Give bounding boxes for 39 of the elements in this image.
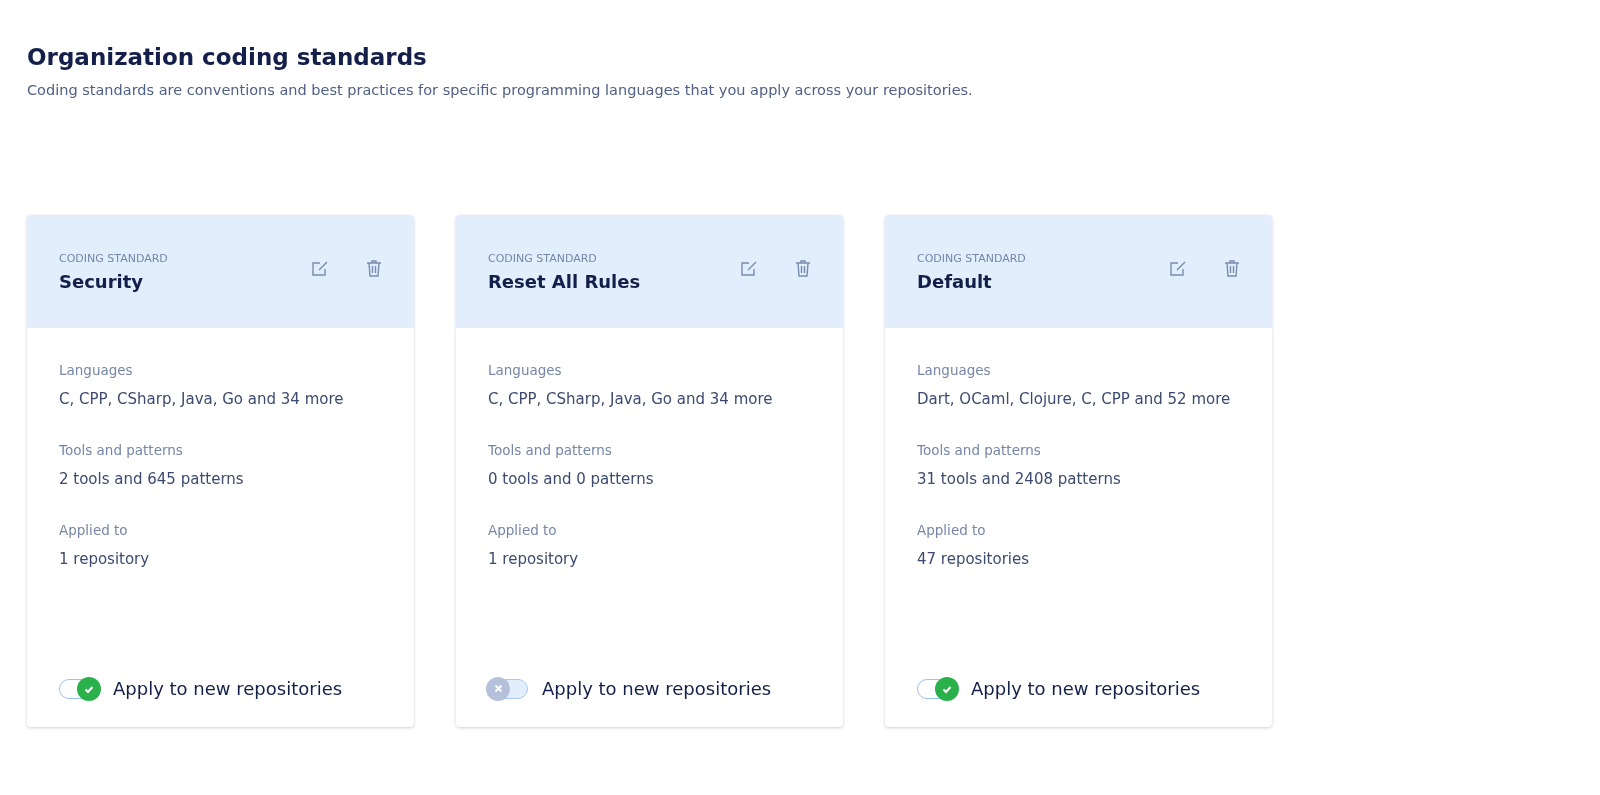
toggle-label: Apply to new repositories <box>971 678 1201 699</box>
field-value: C, CPP, CSharp, Java, Go and 34 more <box>59 389 345 410</box>
card-eyebrow: CODING STANDARD <box>488 252 598 265</box>
field-label: Applied to <box>488 522 558 538</box>
cross-icon <box>493 684 503 693</box>
field-value: Dart, OCaml, Clojure, C, CPP and 52 more <box>917 389 1232 410</box>
field-value: 47 repositories <box>917 549 1031 570</box>
field-value: 2 tools and 645 patterns <box>59 469 245 490</box>
field-value: 1 repository <box>488 549 580 570</box>
delete-button[interactable] <box>364 258 384 278</box>
page-description: Coding standards are conventions and best practices for specific programming languages that you apply across your repositories. <box>27 82 974 98</box>
field-value: 1 repository <box>59 549 151 570</box>
toggle-label: Apply to new repositories <box>113 678 343 699</box>
field-value: 0 tools and 0 patterns <box>488 469 655 490</box>
field-label: Languages <box>59 362 134 378</box>
page-title: Organization coding standards <box>27 44 428 70</box>
toggle-label: Apply to new repositories <box>542 678 772 699</box>
card-title: Security <box>59 271 145 292</box>
field-label: Applied to <box>59 522 129 538</box>
toggle-switch[interactable] <box>488 678 528 699</box>
field-label: Tools and patterns <box>59 442 184 458</box>
field-value: 31 tools and 2408 patterns <box>917 469 1122 490</box>
field-label: Tools and patterns <box>488 442 613 458</box>
card-eyebrow: CODING STANDARD <box>917 252 1026 265</box>
toggle-switch[interactable] <box>917 678 957 699</box>
field-label: Applied to <box>917 522 987 538</box>
field-label: Languages <box>488 362 563 378</box>
delete-button[interactable] <box>1222 258 1242 278</box>
card-eyebrow: CODING STANDARD <box>59 252 168 265</box>
toggle-switch[interactable] <box>59 678 99 699</box>
trash-icon <box>1222 258 1242 278</box>
field-label: Languages <box>917 362 992 378</box>
delete-button[interactable] <box>793 258 813 278</box>
trash-icon <box>364 258 384 278</box>
card-title: Reset All Rules <box>488 271 641 292</box>
card-title: Default <box>917 271 993 292</box>
field-label: Tools and patterns <box>917 442 1042 458</box>
trash-icon <box>793 258 813 278</box>
field-value: C, CPP, CSharp, Java, Go and 34 more <box>488 389 774 410</box>
